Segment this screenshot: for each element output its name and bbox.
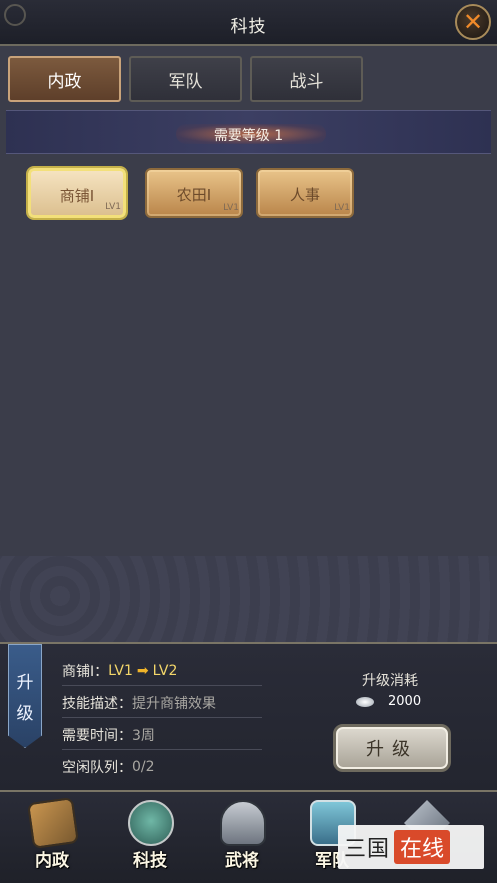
tech-node-shangpu[interactable]: 商铺I LV1 [28,168,126,218]
tech-node-level: LV1 [223,203,239,213]
nav-label: 武将 [225,851,259,871]
tab-neizheng[interactable]: 内政 [8,56,121,102]
to-level: LV2 [152,662,178,679]
from-level: LV1 [108,662,133,679]
skill-desc-row: 技能描述： 提升商铺效果 [62,688,262,718]
time-value: 3周 [132,727,155,744]
watermark-text: 三国 [344,837,391,862]
silver-icon [356,696,374,707]
tech-node-nongtian[interactable]: 农田I LV1 [145,168,243,218]
skill-desc-value: 提升商铺效果 [132,695,216,712]
decorative-background [0,556,497,642]
watermark-badge: 在线 [394,830,451,864]
nav-label: 内政 [35,851,69,871]
tech-node-label: 人事 [289,186,320,204]
page-title: 科技 [230,17,267,37]
queue-key: 空闲队列： [62,760,132,776]
close-button[interactable]: ✕ [455,4,491,40]
nav-keji[interactable]: 科技 [110,796,190,880]
tab-jundui[interactable]: 军队 [129,56,242,102]
level-requirement-text: 需要等级 1 [213,128,284,144]
queue-value: 0/2 [132,759,155,775]
tech-node-level: LV1 [105,202,121,212]
watermark: 三国 在线 [338,825,484,869]
level-requirement-bar: 需要等级 1 [6,110,491,154]
category-tabs: 内政 军队 战斗 [8,56,363,102]
tech-level-row: 商铺I： LV1 ➡ LV2 [62,656,262,686]
arrow-right-icon: ➡ [136,662,149,679]
scroll-icon [27,797,79,849]
upgrade-ribbon: 升 级 [8,644,42,748]
upgrade-panel: 升 级 商铺I： LV1 ➡ LV2 技能描述： 提升商铺效果 需要时间： 3周… [0,642,497,792]
cost-amount: 2000 [388,694,422,709]
title-bar: 科技 ✕ [0,0,497,46]
tech-name-label: 商铺I： [62,663,109,680]
tech-node-label: 农田I [176,186,212,204]
nav-label: 科技 [133,851,167,871]
queue-row: 空闲队列： 0/2 [62,752,262,782]
time-row: 需要时间： 3周 [62,720,262,750]
cost-title: 升级消耗 [362,673,418,689]
tab-zhandou[interactable]: 战斗 [250,56,363,102]
ribbon-char: 级 [16,704,34,724]
nav-neizheng[interactable]: 内政 [12,796,92,880]
close-icon: ✕ [462,8,484,36]
upgrade-button[interactable]: 升级 [333,724,451,772]
ribbon-char: 升 [16,673,34,693]
skill-desc-key: 技能描述： [62,695,132,712]
helmet-icon [220,800,266,846]
tech-node-level: LV1 [334,203,350,213]
cost-row: 2000 [356,694,421,709]
nav-wujiang[interactable]: 武将 [202,796,282,880]
time-key: 需要时间： [62,727,132,744]
tech-node-renshi[interactable]: 人事 LV1 [256,168,354,218]
jade-dragon-icon [128,800,174,846]
